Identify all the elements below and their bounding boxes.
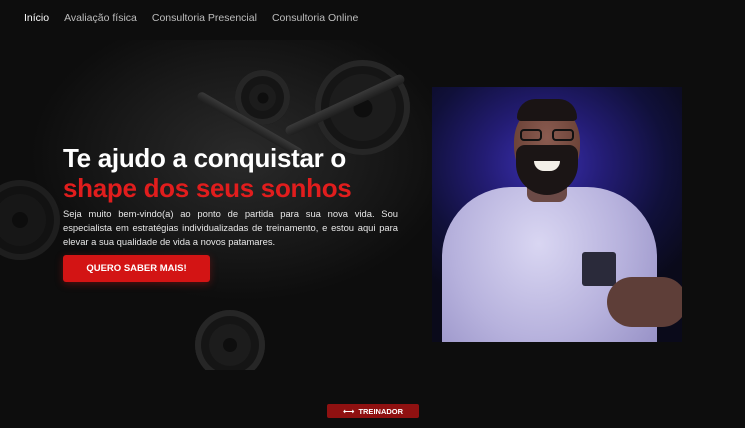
- nav-item-consultoria-presencial[interactable]: Consultoria Presencial: [152, 12, 257, 24]
- hero-background-image: [0, 40, 440, 370]
- nav-item-inicio[interactable]: Início: [24, 12, 49, 24]
- hero-headline: Te ajudo a conquistar o shape dos seus s…: [63, 143, 352, 203]
- dumbbell-icon: ⟷: [342, 406, 355, 416]
- hero-headline-line2: shape dos seus sonhos: [63, 173, 352, 203]
- main-nav: Início Avaliação física Consultoria Pres…: [24, 12, 358, 24]
- hero-intro-text: Seja muito bem-vindo(a) ao ponto de part…: [63, 208, 398, 247]
- trainer-photo: [432, 87, 682, 342]
- trainer-badge-label: TREINADOR: [358, 406, 404, 416]
- hero-headline-line1: Te ajudo a conquistar o: [63, 143, 346, 173]
- nav-item-consultoria-online[interactable]: Consultoria Online: [272, 12, 358, 24]
- nav-item-avaliacao-fisica[interactable]: Avaliação física: [64, 12, 137, 24]
- trainer-badge: ⟷ TREINADOR: [327, 404, 419, 418]
- cta-button[interactable]: QUERO SABER MAIS!: [63, 255, 210, 282]
